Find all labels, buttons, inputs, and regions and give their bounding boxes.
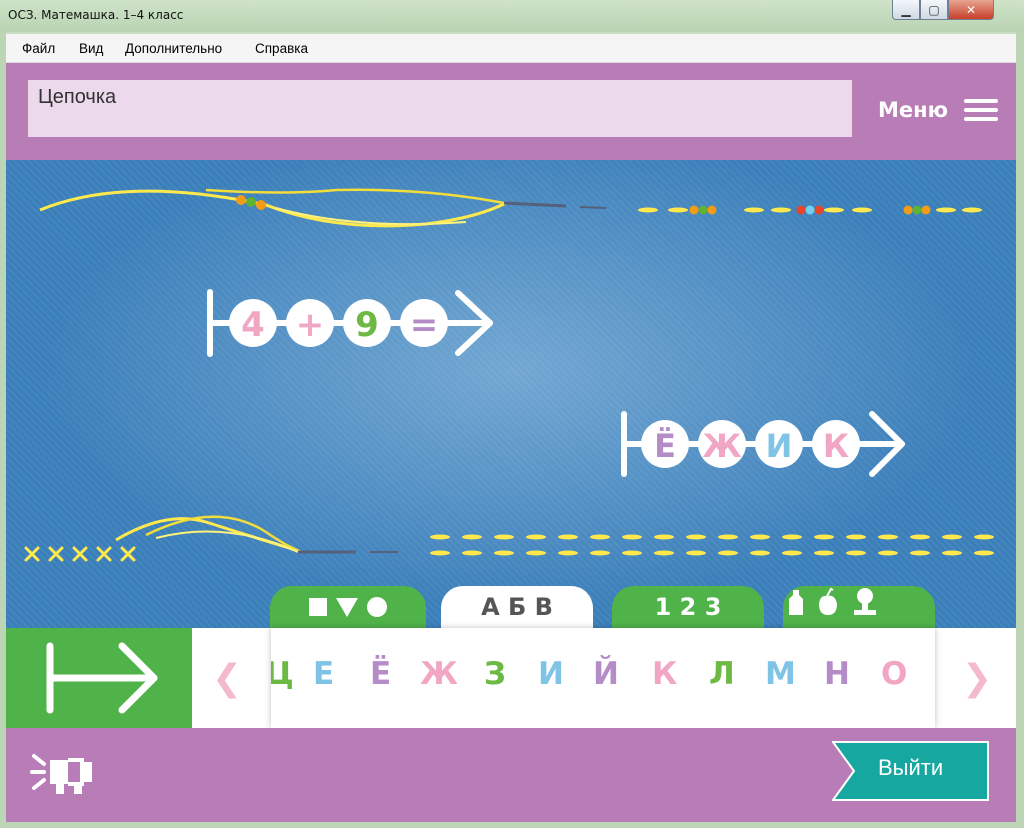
title-box: Цепочка (28, 80, 852, 137)
palette-letter[interactable]: Ж (420, 656, 458, 692)
app-header: Цепочка Меню (6, 63, 1016, 160)
thread-top-decoration (39, 188, 982, 228)
page-title: Цепочка (38, 86, 117, 108)
chain-word[interactable]: Ё Ж И К (621, 411, 905, 477)
menu-file[interactable]: Файл (22, 41, 55, 56)
chain-math-item[interactable]: = (400, 299, 448, 347)
palette-letter[interactable]: И (538, 656, 564, 692)
chain-math-item[interactable]: + (286, 299, 334, 347)
palette-letter[interactable]: Л (709, 656, 735, 692)
thread-bottom-decoration (24, 515, 994, 562)
chain-word-item[interactable]: И (755, 420, 803, 468)
work-area: 4 + 9 = Ё Ж И К А Б В 1 2 3 (6, 160, 1016, 628)
footer: Выйти (6, 728, 1016, 822)
exit-button[interactable]: Выйти (832, 741, 989, 801)
chain-math-item-text: = (410, 305, 439, 345)
tab-numbers[interactable]: 1 2 3 (612, 586, 764, 628)
chain-word-item-text: К (823, 427, 849, 465)
chain-math-item-text: + (296, 305, 325, 345)
chain-math-item[interactable]: 9 (343, 299, 391, 347)
palette-letter[interactable]: Ё (370, 656, 391, 692)
chain-word-item-text: Ё (654, 427, 676, 465)
hamburger-icon (964, 99, 999, 121)
window-titlebar: ОСЗ. Матемашка. 1–4 класс ▁ ▢ ✕ (0, 0, 1024, 32)
chain-math[interactable]: 4 + 9 = (207, 289, 493, 357)
tab-shapes[interactable] (270, 586, 426, 628)
chain-math-item-text: 4 (241, 305, 265, 345)
window-frame-right (1016, 32, 1024, 828)
menu-view[interactable]: Вид (79, 41, 103, 56)
menu-button[interactable]: Меню (878, 96, 999, 124)
palette-letter[interactable]: З (484, 656, 506, 692)
chain-word-item[interactable]: Ё (641, 420, 689, 468)
tab-letters[interactable]: А Б В (441, 586, 593, 628)
chain-word-item-text: И (766, 427, 793, 465)
palette-letter[interactable]: К (652, 656, 677, 692)
chain-word-item-text: Ж (702, 427, 741, 465)
chain-word-item[interactable]: К (812, 420, 860, 468)
help-icon[interactable] (30, 748, 100, 796)
objects-icon (789, 587, 876, 615)
palette-letter[interactable]: Ц (271, 656, 294, 692)
palette-letter[interactable]: Е (313, 656, 334, 692)
window-frame-bottom (0, 822, 1024, 828)
menu-additional[interactable]: Дополнительно (125, 41, 222, 56)
palette-row: ❮ Ц Е Ё Ж З И Й К Л М Н О ❯ (6, 628, 1016, 728)
exit-button-label: Выйти (878, 755, 944, 780)
menu-help[interactable]: Справка (255, 41, 308, 56)
work-canvas: 4 + 9 = Ё Ж И К (24, 188, 994, 562)
palette-letter[interactable]: Й (593, 656, 619, 692)
palette-letter[interactable]: Н (824, 656, 850, 692)
close-button[interactable]: ✕ (948, 0, 994, 20)
tab-objects[interactable] (783, 586, 935, 628)
letter-palette: Ц Е Ё Ж З И Й К Л М Н О (271, 628, 935, 728)
maximize-button[interactable]: ▢ (920, 0, 948, 20)
window-title: ОСЗ. Матемашка. 1–4 класс (8, 8, 184, 22)
chain-start-arrow-icon (46, 642, 158, 714)
scroll-right-button[interactable]: ❯ (962, 658, 992, 699)
menubar: Файл Вид Дополнительно Справка (6, 34, 1016, 63)
menu-label: Меню (878, 98, 949, 122)
chain-math-item[interactable]: 4 (229, 299, 277, 347)
shapes-icon (309, 597, 387, 617)
chain-math-item-text: 9 (355, 305, 379, 345)
palette-letter[interactable]: М (765, 656, 796, 692)
chain-word-item[interactable]: Ж (698, 420, 746, 468)
scroll-left-button[interactable]: ❮ (212, 658, 242, 699)
minimize-button[interactable]: ▁ (892, 0, 920, 20)
start-chain-button[interactable] (6, 628, 192, 728)
palette-letter[interactable]: О (881, 656, 907, 692)
